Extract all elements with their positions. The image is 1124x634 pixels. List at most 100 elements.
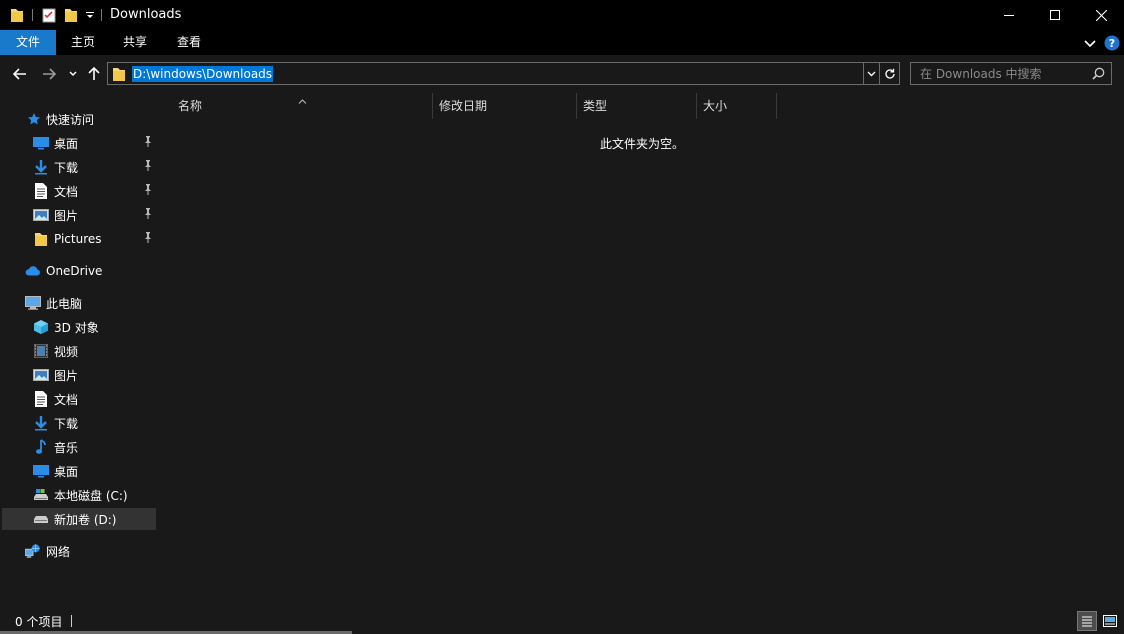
pin-icon: [143, 136, 153, 151]
window-title: Downloads: [110, 7, 182, 22]
computer-icon: [25, 295, 41, 311]
maximize-button[interactable]: [1032, 0, 1078, 30]
pin-icon: [143, 232, 153, 247]
up-button[interactable]: [85, 64, 103, 84]
new-folder-icon[interactable]: [64, 6, 78, 24]
sidebar-item-onedrive[interactable]: OneDrive: [2, 260, 156, 282]
properties-icon[interactable]: [42, 6, 56, 24]
sidebar-item-network[interactable]: 网络: [2, 540, 156, 562]
file-list[interactable]: 名称 修改日期 类型 大小 此文件夹为空。: [160, 93, 1124, 609]
address-history-button[interactable]: [864, 62, 880, 85]
sidebar-item-music[interactable]: 音乐: [2, 436, 156, 458]
sidebar-item-drive-d[interactable]: 新加卷 (D:): [2, 508, 156, 530]
details-view-icon: [1082, 616, 1092, 627]
title-bar: Downloads: [0, 0, 1124, 30]
sidebar-item-label: 新加卷 (D:): [54, 512, 117, 527]
pin-icon: [143, 184, 153, 199]
folder-icon[interactable]: [10, 6, 24, 24]
sidebar-item-drive-c[interactable]: 本地磁盘 (C:): [2, 484, 156, 506]
star-icon: [26, 111, 42, 127]
sidebar-item-pictures-folder[interactable]: Pictures: [2, 228, 156, 250]
address-bar[interactable]: D:\windows\Downloads: [107, 62, 864, 85]
pictures-icon: [33, 207, 49, 223]
sidebar-item-pictures[interactable]: 图片: [2, 204, 156, 226]
address-path[interactable]: D:\windows\Downloads: [132, 66, 274, 82]
document-icon: [33, 183, 49, 199]
sidebar-item-desktop[interactable]: 桌面: [2, 132, 156, 154]
desktop-icon: [33, 135, 49, 151]
search-input[interactable]: [911, 63, 1087, 84]
customize-toolbar-icon[interactable]: [85, 6, 95, 24]
arrow-up-icon: [88, 67, 100, 80]
svg-text:?: ?: [1109, 37, 1115, 50]
column-header-type[interactable]: 类型: [577, 93, 696, 119]
sidebar-item-label: 文档: [54, 392, 79, 407]
close-button[interactable]: [1078, 0, 1124, 30]
sidebar-item-downloads[interactable]: 下载: [2, 412, 156, 434]
download-icon: [33, 415, 49, 431]
large-icons-view-button[interactable]: [1100, 611, 1120, 631]
cloud-icon: [25, 263, 41, 279]
sidebar-item-label: 本地磁盘 (C:): [54, 488, 128, 503]
help-icon: ?: [1104, 35, 1120, 51]
help-button[interactable]: ?: [1104, 35, 1120, 54]
sidebar-item-quick-access[interactable]: 快速访问: [2, 108, 156, 130]
chevron-down-icon: [867, 71, 876, 76]
sidebar-item-label: 音乐: [54, 440, 79, 455]
details-view-button[interactable]: [1077, 611, 1097, 631]
arrow-right-icon: [43, 68, 56, 80]
expand-ribbon-button[interactable]: [1084, 37, 1096, 51]
sidebar-item-label: 桌面: [54, 136, 79, 151]
sidebar-item-documents[interactable]: 文档: [2, 388, 156, 410]
sidebar-item-label: 下载: [54, 416, 79, 431]
large-icons-view-icon: [1103, 615, 1117, 627]
sidebar-item-label: 网络: [46, 544, 71, 559]
tab-view[interactable]: 查看: [162, 30, 216, 55]
search-icon[interactable]: [1092, 67, 1105, 83]
pin-icon: [143, 160, 153, 175]
folder-icon: [33, 231, 49, 247]
sidebar-item-this-pc[interactable]: 此电脑: [2, 292, 156, 314]
column-header-size[interactable]: 大小: [697, 93, 776, 119]
forward-button[interactable]: [39, 64, 59, 84]
empty-folder-message: 此文件夹为空。: [600, 137, 685, 151]
navigation-pane: 快速访问 桌面 下载 文档 图片 Pictures OneDrive 此电脑 3…: [0, 93, 160, 609]
sidebar-item-3d-objects[interactable]: 3D 对象: [2, 316, 156, 338]
refresh-icon: [884, 68, 895, 79]
minimize-button[interactable]: [986, 0, 1032, 30]
sidebar-item-documents[interactable]: 文档: [2, 180, 156, 202]
status-bar: 0 个项目: [0, 609, 1124, 634]
tab-home[interactable]: 主页: [58, 30, 108, 55]
sidebar-item-pictures[interactable]: 图片: [2, 364, 156, 386]
desktop-icon: [33, 463, 49, 479]
sidebar-item-label: 下载: [54, 160, 79, 175]
sidebar-item-label: 图片: [54, 368, 79, 383]
sidebar-item-downloads[interactable]: 下载: [2, 156, 156, 178]
item-count: 0 个项目: [15, 615, 63, 629]
network-icon: [25, 543, 41, 559]
column-divider[interactable]: [776, 93, 777, 119]
drive-icon: [33, 511, 49, 527]
tab-share[interactable]: 共享: [110, 30, 160, 55]
sidebar-item-desktop[interactable]: 桌面: [2, 460, 156, 482]
pin-icon: [143, 208, 153, 223]
music-icon: [33, 439, 49, 455]
video-icon: [33, 343, 49, 359]
sidebar-item-label: 文档: [54, 184, 79, 199]
search-box[interactable]: [910, 62, 1112, 85]
sidebar-item-label: OneDrive: [46, 264, 103, 278]
sidebar-item-videos[interactable]: 视频: [2, 340, 156, 362]
arrow-left-icon: [13, 68, 26, 80]
recent-locations-button[interactable]: [66, 64, 80, 84]
column-header-date-modified[interactable]: 修改日期: [433, 93, 576, 119]
refresh-button[interactable]: [880, 62, 900, 85]
close-icon: [1095, 9, 1107, 21]
sidebar-item-label: Pictures: [54, 232, 102, 246]
column-header-name[interactable]: 名称: [172, 93, 432, 119]
drive-icon: [33, 487, 49, 503]
tab-file[interactable]: 文件: [0, 30, 56, 55]
pictures-icon: [33, 367, 49, 383]
back-button[interactable]: [10, 64, 30, 84]
cube-icon: [33, 319, 49, 335]
sidebar-item-label: 3D 对象: [54, 320, 99, 335]
